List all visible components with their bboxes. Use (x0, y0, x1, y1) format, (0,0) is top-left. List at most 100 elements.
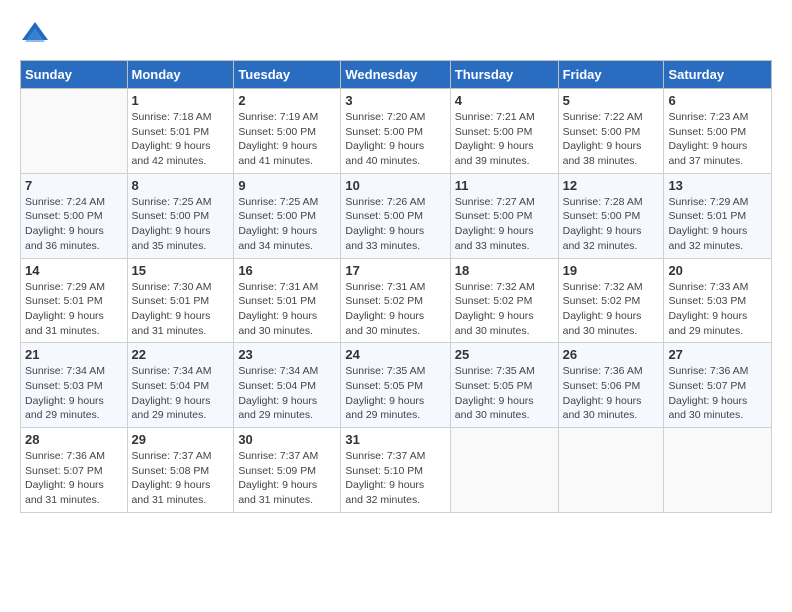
day-info: Sunrise: 7:25 AMSunset: 5:00 PMDaylight:… (238, 195, 336, 254)
weekday-header-monday: Monday (127, 61, 234, 89)
calendar-cell: 10 Sunrise: 7:26 AMSunset: 5:00 PMDayligh… (341, 173, 450, 258)
weekday-header-thursday: Thursday (450, 61, 558, 89)
weekday-header-friday: Friday (558, 61, 664, 89)
calendar-cell: 28 Sunrise: 7:36 AMSunset: 5:07 PMDayligh… (21, 428, 128, 513)
day-number: 13 (668, 178, 767, 193)
calendar-cell (21, 89, 128, 174)
day-number: 23 (238, 347, 336, 362)
calendar-cell: 31 Sunrise: 7:37 AMSunset: 5:10 PMDayligh… (341, 428, 450, 513)
calendar-cell: 30 Sunrise: 7:37 AMSunset: 5:09 PMDayligh… (234, 428, 341, 513)
day-number: 16 (238, 263, 336, 278)
day-number: 20 (668, 263, 767, 278)
weekday-header-row: SundayMondayTuesdayWednesdayThursdayFrid… (21, 61, 772, 89)
calendar-cell: 23 Sunrise: 7:34 AMSunset: 5:04 PMDayligh… (234, 343, 341, 428)
day-info: Sunrise: 7:35 AMSunset: 5:05 PMDaylight:… (455, 364, 554, 423)
day-number: 1 (132, 93, 230, 108)
calendar-cell: 27 Sunrise: 7:36 AMSunset: 5:07 PMDayligh… (664, 343, 772, 428)
day-info: Sunrise: 7:37 AMSunset: 5:08 PMDaylight:… (132, 449, 230, 508)
day-number: 12 (563, 178, 660, 193)
calendar-cell: 6 Sunrise: 7:23 AMSunset: 5:00 PMDaylight… (664, 89, 772, 174)
day-info: Sunrise: 7:29 AMSunset: 5:01 PMDaylight:… (668, 195, 767, 254)
day-info: Sunrise: 7:32 AMSunset: 5:02 PMDaylight:… (563, 280, 660, 339)
week-row-2: 7Sunrise: 7:24 AMSunset: 5:00 PMDaylight… (21, 173, 772, 258)
day-info: Sunrise: 7:36 AMSunset: 5:06 PMDaylight:… (563, 364, 660, 423)
day-number: 3 (345, 93, 445, 108)
day-info: Sunrise: 7:37 AMSunset: 5:09 PMDaylight:… (238, 449, 336, 508)
calendar-cell: 14 Sunrise: 7:29 AMSunset: 5:01 PMDayligh… (21, 258, 128, 343)
calendar-cell: 1 Sunrise: 7:18 AMSunset: 5:01 PMDaylight… (127, 89, 234, 174)
day-number: 7 (25, 178, 123, 193)
day-info: Sunrise: 7:36 AMSunset: 5:07 PMDaylight:… (668, 364, 767, 423)
calendar-cell: 19 Sunrise: 7:32 AMSunset: 5:02 PMDayligh… (558, 258, 664, 343)
day-number: 17 (345, 263, 445, 278)
calendar-cell: 17 Sunrise: 7:31 AMSunset: 5:02 PMDayligh… (341, 258, 450, 343)
day-number: 27 (668, 347, 767, 362)
day-info: Sunrise: 7:31 AMSunset: 5:01 PMDaylight:… (238, 280, 336, 339)
day-number: 29 (132, 432, 230, 447)
day-info: Sunrise: 7:23 AMSunset: 5:00 PMDaylight:… (668, 110, 767, 169)
logo (20, 20, 54, 50)
calendar-cell: 22 Sunrise: 7:34 AMSunset: 5:04 PMDayligh… (127, 343, 234, 428)
day-number: 22 (132, 347, 230, 362)
day-info: Sunrise: 7:18 AMSunset: 5:01 PMDaylight:… (132, 110, 230, 169)
day-info: Sunrise: 7:29 AMSunset: 5:01 PMDaylight:… (25, 280, 123, 339)
day-info: Sunrise: 7:31 AMSunset: 5:02 PMDaylight:… (345, 280, 445, 339)
page-header (20, 20, 772, 50)
calendar-cell: 13 Sunrise: 7:29 AMSunset: 5:01 PMDayligh… (664, 173, 772, 258)
day-number: 31 (345, 432, 445, 447)
day-number: 14 (25, 263, 123, 278)
day-number: 2 (238, 93, 336, 108)
day-number: 6 (668, 93, 767, 108)
calendar-cell: 4 Sunrise: 7:21 AMSunset: 5:00 PMDaylight… (450, 89, 558, 174)
weekday-header-tuesday: Tuesday (234, 61, 341, 89)
week-row-3: 14 Sunrise: 7:29 AMSunset: 5:01 PMDayligh… (21, 258, 772, 343)
calendar-cell (664, 428, 772, 513)
calendar-cell: 21 Sunrise: 7:34 AMSunset: 5:03 PMDayligh… (21, 343, 128, 428)
day-info: Sunrise: 7:35 AMSunset: 5:05 PMDaylight:… (345, 364, 445, 423)
day-number: 5 (563, 93, 660, 108)
calendar-cell: 15 Sunrise: 7:30 AMSunset: 5:01 PMDayligh… (127, 258, 234, 343)
day-number: 21 (25, 347, 123, 362)
day-number: 26 (563, 347, 660, 362)
calendar-cell (558, 428, 664, 513)
day-number: 10 (345, 178, 445, 193)
day-number: 30 (238, 432, 336, 447)
day-info: Sunrise: 7:19 AMSunset: 5:00 PMDaylight:… (238, 110, 336, 169)
calendar-cell: 24 Sunrise: 7:35 AMSunset: 5:05 PMDayligh… (341, 343, 450, 428)
day-info: Sunrise: 7:34 AMSunset: 5:03 PMDaylight:… (25, 364, 123, 423)
day-number: 28 (25, 432, 123, 447)
week-row-4: 21 Sunrise: 7:34 AMSunset: 5:03 PMDayligh… (21, 343, 772, 428)
day-number: 11 (455, 178, 554, 193)
day-info: Sunrise: 7:25 AMSunset: 5:00 PMDaylight:… (132, 195, 230, 254)
day-number: 24 (345, 347, 445, 362)
day-info: Sunrise: 7:34 AMSunset: 5:04 PMDaylight:… (132, 364, 230, 423)
day-number: 19 (563, 263, 660, 278)
day-number: 4 (455, 93, 554, 108)
week-row-5: 28 Sunrise: 7:36 AMSunset: 5:07 PMDayligh… (21, 428, 772, 513)
weekday-header-sunday: Sunday (21, 61, 128, 89)
calendar-cell: 25 Sunrise: 7:35 AMSunset: 5:05 PMDayligh… (450, 343, 558, 428)
calendar-cell: 29 Sunrise: 7:37 AMSunset: 5:08 PMDayligh… (127, 428, 234, 513)
day-info: Sunrise: 7:37 AMSunset: 5:10 PMDaylight:… (345, 449, 445, 508)
day-info: Sunrise: 7:34 AMSunset: 5:04 PMDaylight:… (238, 364, 336, 423)
day-number: 25 (455, 347, 554, 362)
day-info: Sunrise: 7:28 AMSunset: 5:00 PMDaylight:… (563, 195, 660, 254)
day-info: Sunrise: 7:27 AMSunset: 5:00 PMDaylight:… (455, 195, 554, 254)
day-number: 8 (132, 178, 230, 193)
day-info: Sunrise: 7:30 AMSunset: 5:01 PMDaylight:… (132, 280, 230, 339)
logo-icon (20, 20, 50, 50)
weekday-header-saturday: Saturday (664, 61, 772, 89)
calendar-cell: 7Sunrise: 7:24 AMSunset: 5:00 PMDaylight… (21, 173, 128, 258)
day-info: Sunrise: 7:21 AMSunset: 5:00 PMDaylight:… (455, 110, 554, 169)
calendar-cell: 11 Sunrise: 7:27 AMSunset: 5:00 PMDayligh… (450, 173, 558, 258)
day-number: 9 (238, 178, 336, 193)
calendar-cell: 5Sunrise: 7:22 AMSunset: 5:00 PMDaylight… (558, 89, 664, 174)
calendar-cell: 20Sunrise: 7:33 AMSunset: 5:03 PMDayligh… (664, 258, 772, 343)
day-info: Sunrise: 7:36 AMSunset: 5:07 PMDaylight:… (25, 449, 123, 508)
calendar-cell: 2 Sunrise: 7:19 AMSunset: 5:00 PMDaylight… (234, 89, 341, 174)
day-info: Sunrise: 7:20 AMSunset: 5:00 PMDaylight:… (345, 110, 445, 169)
calendar-cell: 9 Sunrise: 7:25 AMSunset: 5:00 PMDaylight… (234, 173, 341, 258)
calendar-cell: 26 Sunrise: 7:36 AMSunset: 5:06 PMDayligh… (558, 343, 664, 428)
day-info: Sunrise: 7:26 AMSunset: 5:00 PMDaylight:… (345, 195, 445, 254)
day-number: 15 (132, 263, 230, 278)
